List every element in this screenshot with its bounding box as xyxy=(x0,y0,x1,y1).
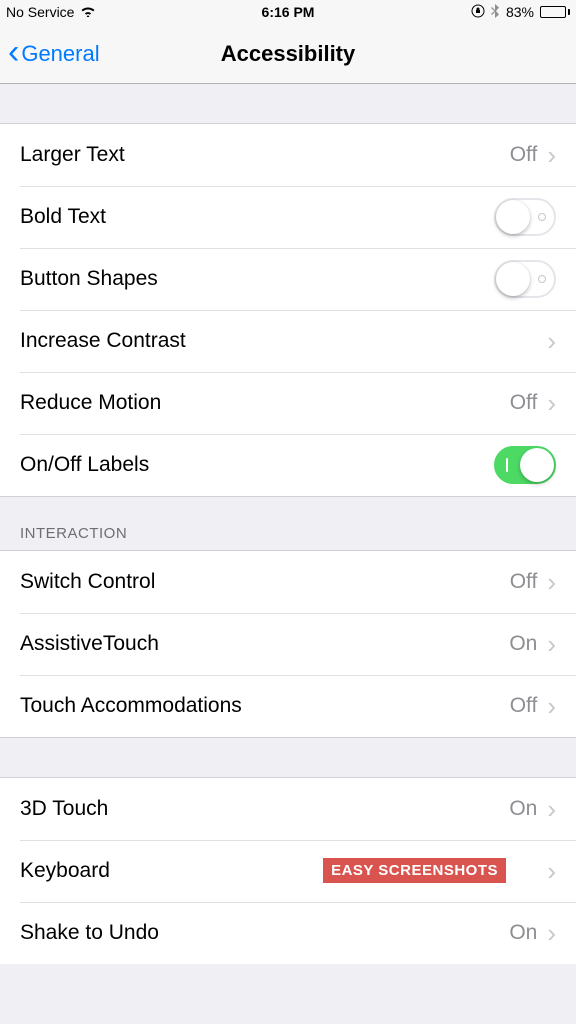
row-value: Off xyxy=(510,570,538,594)
chevron-right-icon: › xyxy=(547,794,556,825)
section-header-interaction: INTERACTION xyxy=(0,497,576,551)
row-label: Touch Accommodations xyxy=(20,694,510,718)
row-label: Reduce Motion xyxy=(20,391,510,415)
bluetooth-icon xyxy=(491,4,500,21)
chevron-right-icon: › xyxy=(547,856,556,887)
section-spacer xyxy=(0,738,576,778)
interaction-section: Switch Control Off › AssistiveTouch On ›… xyxy=(0,551,576,737)
chevron-right-icon: › xyxy=(547,918,556,949)
toggle-bold-text[interactable] xyxy=(494,198,556,236)
row-value: Off xyxy=(510,694,538,718)
row-value: On xyxy=(509,632,537,656)
row-value: Off xyxy=(510,143,538,167)
row-switch-control[interactable]: Switch Control Off › xyxy=(0,551,576,613)
status-bar: No Service 6:16 PM 83% xyxy=(0,0,576,24)
orientation-lock-icon xyxy=(471,4,485,21)
row-onoff-labels[interactable]: On/Off Labels xyxy=(0,434,576,496)
battery-icon xyxy=(540,6,570,18)
row-bold-text[interactable]: Bold Text xyxy=(0,186,576,248)
row-label: AssistiveTouch xyxy=(20,632,509,656)
row-keyboard[interactable]: Keyboard › EASY SCREENSHOTS xyxy=(0,840,576,902)
interaction-section-2: 3D Touch On › Keyboard › EASY SCREENSHOT… xyxy=(0,778,576,964)
chevron-right-icon: › xyxy=(547,140,556,171)
vision-section: Larger Text Off › Bold Text Button Shape… xyxy=(0,124,576,496)
section-spacer xyxy=(0,84,576,124)
row-3d-touch[interactable]: 3D Touch On › xyxy=(0,778,576,840)
row-label: Larger Text xyxy=(20,143,510,167)
toggle-onoff-labels[interactable] xyxy=(494,446,556,484)
carrier-label: No Service xyxy=(6,4,74,20)
row-label: 3D Touch xyxy=(20,797,509,821)
back-label: General xyxy=(21,41,99,67)
toggle-button-shapes[interactable] xyxy=(494,260,556,298)
row-reduce-motion[interactable]: Reduce Motion Off › xyxy=(0,372,576,434)
row-assistive-touch[interactable]: AssistiveTouch On › xyxy=(0,613,576,675)
row-label: Increase Contrast xyxy=(20,329,547,353)
chevron-right-icon: › xyxy=(547,326,556,357)
row-touch-accommodations[interactable]: Touch Accommodations Off › xyxy=(0,675,576,737)
row-value: On xyxy=(509,797,537,821)
row-larger-text[interactable]: Larger Text Off › xyxy=(0,124,576,186)
nav-bar: ‹ General Accessibility xyxy=(0,24,576,84)
row-button-shapes[interactable]: Button Shapes xyxy=(0,248,576,310)
row-shake-to-undo[interactable]: Shake to Undo On › xyxy=(0,902,576,964)
chevron-right-icon: › xyxy=(547,388,556,419)
chevron-left-icon: ‹ xyxy=(8,35,19,69)
back-button[interactable]: ‹ General xyxy=(0,24,100,83)
chevron-right-icon: › xyxy=(547,691,556,722)
row-label: Shake to Undo xyxy=(20,921,509,945)
row-increase-contrast[interactable]: Increase Contrast › xyxy=(0,310,576,372)
row-label: On/Off Labels xyxy=(20,453,494,477)
row-value: On xyxy=(509,921,537,945)
row-label: Button Shapes xyxy=(20,267,494,291)
chevron-right-icon: › xyxy=(547,629,556,660)
watermark-badge: EASY SCREENSHOTS xyxy=(323,858,506,883)
battery-percent: 83% xyxy=(506,4,534,20)
wifi-icon xyxy=(80,4,96,20)
chevron-right-icon: › xyxy=(547,567,556,598)
row-label: Switch Control xyxy=(20,570,510,594)
row-label: Bold Text xyxy=(20,205,494,229)
row-value: Off xyxy=(510,391,538,415)
